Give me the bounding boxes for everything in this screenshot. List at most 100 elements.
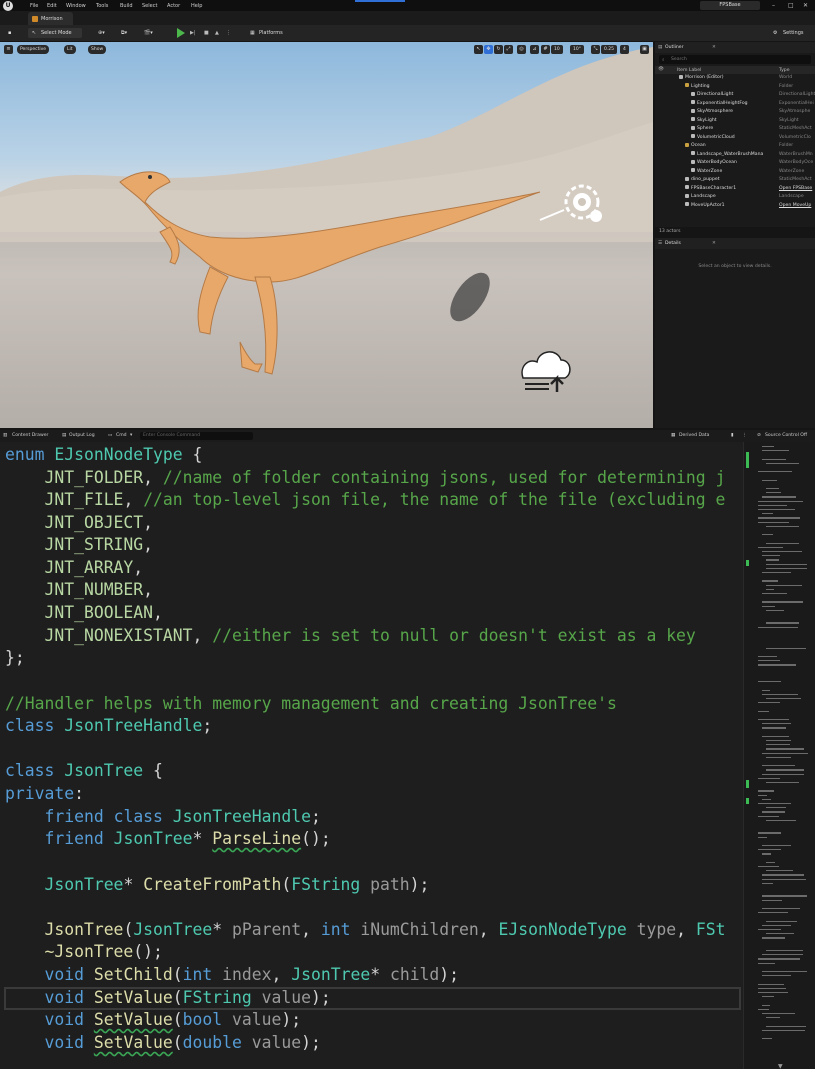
outliner-row[interactable]: DirectionalLight DirectionalLight [655,91,815,100]
menu-edit[interactable]: Edit [47,3,57,9]
source-control-button[interactable]: Source Control Off [765,433,807,438]
outliner-row[interactable]: WaterBodyOcean WaterBodyOce [655,159,815,168]
cmd-chevron-icon[interactable]: ▾ [130,433,132,438]
menu-select[interactable]: Select [142,3,157,9]
project-name-badge: FPSBase [700,1,760,10]
outliner-row[interactable]: Sphere StaticMeshAct [655,125,815,134]
play-icon[interactable] [177,28,185,38]
settings-button[interactable]: Settings [783,28,804,38]
output-log-button[interactable]: Output Log [69,433,95,438]
cinematics-icon[interactable]: 🎬▾ [144,28,153,38]
select-mode-dropdown[interactable]: ↖ Select Mode [28,28,82,38]
actor-icon [685,185,689,189]
platforms-dropdown[interactable]: Platforms [259,28,283,38]
outliner-row-label: SkyLight [691,117,717,126]
platforms-icon[interactable]: ▦ [250,28,255,38]
close-outliner-icon[interactable]: ✕ [712,45,716,50]
outliner-row-type: DirectionalLight [779,92,815,97]
stop-icon[interactable]: ■ [204,28,209,38]
actor-icon [691,125,695,130]
outliner-row[interactable]: WaterZone WaterZone [655,168,815,177]
outliner-row[interactable]: MoveUpActor1 Open MoveUp [655,202,815,211]
outliner-row[interactable]: Landscape_WaterBrushMana WaterBrushMn [655,151,815,160]
type-column[interactable]: Type [779,68,790,73]
cmd-dropdown[interactable]: Cmd [116,433,127,438]
surface-snap-icon[interactable]: ⊿ [530,45,539,54]
outliner-row[interactable]: Morrison (Editor) World [655,74,815,83]
maximize-viewport-icon[interactable]: ▣ [640,45,649,54]
lit-button[interactable]: Lit [64,45,76,54]
minimap-line [762,874,804,876]
revision-control-icon[interactable]: ⋮ [742,433,747,438]
world-local-icon[interactable]: ◎ [517,45,526,54]
menu-actor[interactable]: Actor [167,3,180,9]
blueprint-icon[interactable]: ⧉▾ [121,28,127,38]
select-tool-icon[interactable]: ↖ [474,45,483,54]
minimap-line [766,525,799,528]
scroll-down-icon[interactable]: ▼ [778,1063,783,1069]
outliner-row[interactable]: Ocean Folder [655,142,815,151]
visibility-column-icon[interactable]: 👁 [658,67,664,72]
camera-speed-value[interactable]: 4 [620,45,629,54]
outliner-row[interactable]: ExponentialHeightFog ExponentialHei [655,100,815,109]
content-drawer-button[interactable]: Content Drawer [12,433,48,438]
eject-icon[interactable]: ▲ [215,28,219,38]
scale-tool-icon[interactable]: ⤢ [504,45,513,54]
outliner-row[interactable]: SkyLight SkyLight [655,117,815,126]
code-editor[interactable]: enum EJsonNodeType { JNT_FOLDER, //name … [0,442,743,1069]
outliner-row[interactable]: dino_puppet StaticMeshAct [655,176,815,185]
minimap-line [766,462,799,465]
save-icon[interactable]: ▪ [8,28,11,38]
minimap-line [766,740,792,742]
outliner-row[interactable]: Lighting Folder [655,83,815,92]
output-log-icon[interactable]: ▤ [62,433,66,438]
grid-snap-value[interactable]: 10 [551,45,563,54]
outliner-row[interactable]: SkyAtmosphere SkyAtmosphe [655,108,815,117]
outliner-row-type[interactable]: Open MoveUp [779,202,811,211]
outliner-row-type: StaticMeshAct [779,126,812,131]
outliner-row-text: ExponentialHeightFog [697,100,748,106]
derived-data-button[interactable]: Derived Data [679,433,709,438]
console-command-input[interactable]: Enter Console Command [140,432,253,440]
rotation-snap-value[interactable]: 10° [570,45,584,54]
viewport-menu-icon[interactable]: ≡ [4,45,13,54]
menu-window[interactable]: Window [66,3,86,9]
item-label-column[interactable]: Item Label [677,68,701,73]
menu-tools[interactable]: Tools [96,3,108,9]
code-minimap[interactable]: ▼ [743,442,815,1069]
cmd-icon[interactable]: ▭ [108,433,112,438]
add-content-icon[interactable]: ⊕▾ [98,28,105,38]
menu-file[interactable]: File [30,3,38,9]
translate-tool-icon[interactable]: ✥ [484,45,493,54]
close-window-button[interactable]: ✕ [803,2,808,9]
source-control-icon[interactable]: ⊘ [757,433,761,438]
unreal-logo-icon[interactable]: U [3,1,13,11]
tab-level-map[interactable]: Morrison [28,12,73,25]
rotate-tool-icon[interactable]: ↻ [494,45,503,54]
outliner-row-type[interactable]: Open FPSBase [779,185,812,194]
close-details-icon[interactable]: ✕ [712,241,716,246]
scale-snap-icon[interactable]: ⤡ [591,45,600,54]
outliner-row[interactable]: FPSBaseCharacter1 Open FPSBase [655,185,815,194]
settings-icon[interactable]: ⚙ [773,28,777,38]
type-name: EJsonNodeType [498,920,627,939]
notifications-icon[interactable]: ▮ [731,433,734,438]
play-options-icon[interactable]: ⋮ [226,28,231,38]
perspective-button[interactable]: Perspective [17,45,50,54]
menu-help[interactable]: Help [191,3,202,9]
outliner-row[interactable]: Landscape Landscape [655,193,815,202]
step-icon[interactable]: ▶| [190,28,196,38]
outliner-row[interactable]: VolumetricCloud VolumetricClo [655,134,815,143]
outliner-row-text: DirectionalLight [697,92,734,97]
menu-build[interactable]: Build [120,3,133,9]
outliner-search-input[interactable]: ⌕ Search [659,55,811,64]
maximize-button[interactable]: □ [788,2,794,9]
grid-snap-icon[interactable]: # [541,45,550,54]
show-button[interactable]: Show [88,45,107,54]
scale-snap-value[interactable]: 0.25 [601,45,618,54]
level-viewport[interactable]: ≡ Perspective Lit Show ↖ ✥ ↻ ⤢ ◎ ⊿ # 10 … [0,42,653,428]
derived-data-icon[interactable]: ▦ [671,433,675,438]
content-drawer-icon[interactable]: ▥ [3,433,7,438]
minimize-button[interactable]: – [772,2,775,9]
type-name: FString [291,875,361,894]
